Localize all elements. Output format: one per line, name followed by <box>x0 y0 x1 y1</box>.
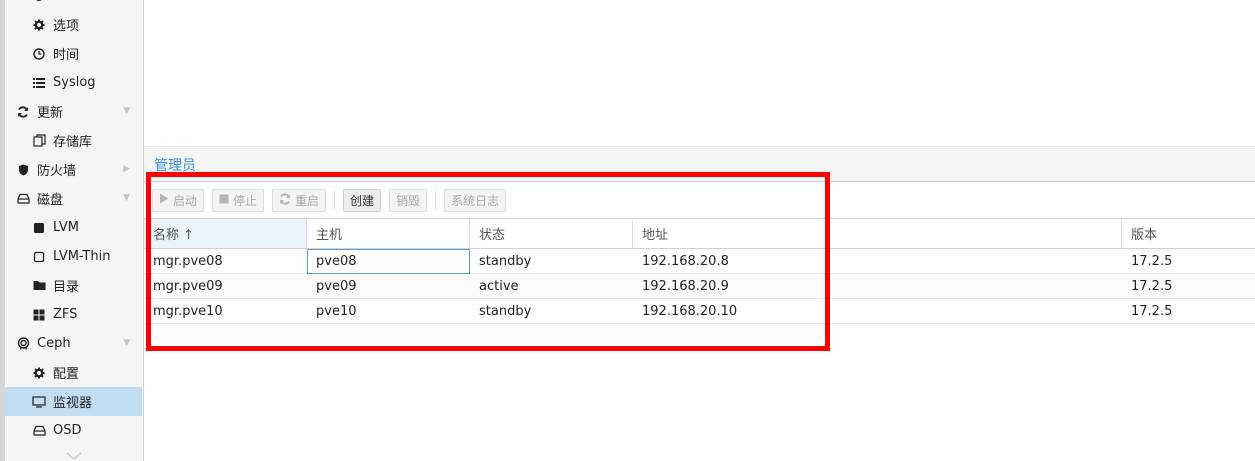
chevron-down-icon[interactable]: ▼ <box>123 193 130 203</box>
sidebar-item-label: Ceph <box>37 336 71 351</box>
sidebar-item-zfs[interactable]: ZFS <box>5 300 142 329</box>
sidebar-item-options[interactable]: 选项 <box>5 10 142 39</box>
sidebar-item-label: 存储库 <box>53 135 93 150</box>
manager-grid: 名称 ↑ 主机 状态 地址 版本 mgr.pve08 pve08 standby… <box>144 218 1255 324</box>
sidebar-item-lvm-thin[interactable]: LVM-Thin <box>5 242 142 271</box>
start-label: 启动 <box>173 193 198 208</box>
disk-icon <box>31 423 47 439</box>
table-row[interactable]: mgr.pve09 pve09 active 192.168.20.9 17.2… <box>144 274 1255 299</box>
folder-icon <box>31 278 47 294</box>
cell-version: 17.2.5 <box>1131 303 1173 319</box>
cell-address: 192.168.20.10 <box>642 303 738 319</box>
sidebar-item-label: 配置 <box>53 367 80 382</box>
sidebar-item-monitor[interactable]: 监视器 <box>5 387 142 416</box>
sidebar-item-configuration[interactable]: 配置 <box>5 358 142 387</box>
monitor-icon <box>31 394 47 410</box>
grid-icon <box>31 307 47 323</box>
list-icon <box>31 75 47 91</box>
cell-version: 17.2.5 <box>1131 253 1173 269</box>
gear-icon <box>31 365 47 381</box>
ceph-icon <box>15 336 31 352</box>
gear-icon <box>31 17 47 33</box>
sidebar-item-directory[interactable]: 目录 <box>5 271 142 300</box>
column-header-status[interactable]: 状态 <box>470 219 633 248</box>
start-button[interactable]: 启动 <box>152 188 205 212</box>
sidebar-item-firewall[interactable]: 防火墙 ▶ <box>5 155 142 184</box>
cell-name: mgr.pve09 <box>153 278 223 294</box>
table-row[interactable]: mgr.pve10 pve10 standby 192.168.20.10 17… <box>144 299 1255 324</box>
sidebar: 选项 时间 Syslog 更新 ▼ 存储库 防火墙 ▶ 磁盘 ▼ LVM LVM… <box>0 0 144 461</box>
square-filled-icon <box>31 220 47 236</box>
sidebar-item-label: 磁盘 <box>37 193 64 208</box>
chevron-down-icon[interactable]: ▼ <box>123 106 130 116</box>
refresh-icon <box>279 192 291 208</box>
stop-icon <box>219 194 229 207</box>
sidebar-item-label: 选项 <box>53 19 80 34</box>
toolbar-separator <box>435 191 437 209</box>
sidebar-item-repositories[interactable]: 存储库 <box>5 126 142 155</box>
cell-version: 17.2.5 <box>1131 278 1173 294</box>
destroy-label: 销毁 <box>396 193 421 208</box>
cell-address: 192.168.20.9 <box>642 278 729 294</box>
chevron-right-icon[interactable]: ▶ <box>123 164 130 174</box>
chevron-down-icon[interactable]: ▼ <box>123 338 130 348</box>
sidebar-item-label: 更新 <box>37 106 64 121</box>
cell-name: mgr.pve08 <box>153 253 223 269</box>
table-row[interactable]: mgr.pve08 pve08 standby 192.168.20.8 17.… <box>144 249 1255 274</box>
repository-icon <box>31 133 47 149</box>
panel-header: 管理员 <box>144 146 1255 182</box>
destroy-button[interactable]: 销毁 <box>389 188 428 212</box>
sidebar-item-label: LVM <box>53 220 79 235</box>
toolbar-separator <box>334 191 336 209</box>
create-button[interactable]: 创建 <box>343 188 382 212</box>
play-icon <box>159 193 169 207</box>
sidebar-item-time[interactable]: 时间 <box>5 39 142 68</box>
cell-host: pve08 <box>307 249 470 274</box>
disk-icon <box>15 191 31 207</box>
sidebar-item-label: ZFS <box>53 307 78 322</box>
sidebar-item-label: 防火墙 <box>37 164 77 179</box>
scroll-down-icon[interactable] <box>66 452 82 461</box>
sidebar-item-osd[interactable]: OSD <box>5 416 142 445</box>
stop-label: 停止 <box>233 193 258 208</box>
sidebar-item-updates[interactable]: 更新 ▼ <box>5 97 142 126</box>
restart-label: 重启 <box>295 193 320 208</box>
column-header-name[interactable]: 名称 ↑ <box>144 219 307 248</box>
column-header-version[interactable]: 版本 <box>1122 219 1255 248</box>
square-outline-icon <box>31 249 47 265</box>
sidebar-item-disks[interactable]: 磁盘 ▼ <box>5 184 142 213</box>
create-label: 创建 <box>350 193 375 208</box>
cell-status: standby <box>479 303 532 319</box>
stop-button[interactable]: 停止 <box>212 188 265 212</box>
column-header-host[interactable]: 主机 <box>307 219 470 248</box>
clock-icon <box>31 46 47 62</box>
cell-name: mgr.pve10 <box>153 303 223 319</box>
cell-host: pve10 <box>316 303 357 319</box>
cell-address: 192.168.20.8 <box>642 253 729 269</box>
sidebar-item-syslog[interactable]: Syslog <box>5 68 142 97</box>
toolbar: 启动 停止 重启 创建 销毁 系统日志 <box>144 182 1255 218</box>
cell-status: active <box>479 278 519 294</box>
shield-icon <box>15 162 31 178</box>
column-header-address[interactable]: 地址 <box>633 219 1122 248</box>
syslog-button[interactable]: 系统日志 <box>444 188 507 212</box>
sidebar-item-lvm[interactable]: LVM <box>5 213 142 242</box>
sidebar-item-ceph[interactable]: Ceph ▼ <box>5 329 142 358</box>
gear-icon <box>31 0 47 5</box>
grid-header: 名称 ↑ 主机 状态 地址 版本 <box>144 218 1255 249</box>
cell-status: standby <box>479 253 532 269</box>
sidebar-item-label: OSD <box>53 423 82 438</box>
restart-button[interactable]: 重启 <box>272 188 327 212</box>
sidebar-item-label: LVM-Thin <box>53 249 111 264</box>
syslog-label: 系统日志 <box>451 193 500 208</box>
panel-title: 管理员 <box>154 158 196 174</box>
cell-host: pve09 <box>316 278 357 294</box>
sidebar-item-label: Syslog <box>53 75 96 90</box>
refresh-icon <box>15 104 31 120</box>
sidebar-item-label: 时间 <box>53 48 80 63</box>
sidebar-item-label: 监视器 <box>53 396 93 411</box>
sidebar-item-label: 目录 <box>53 280 80 295</box>
